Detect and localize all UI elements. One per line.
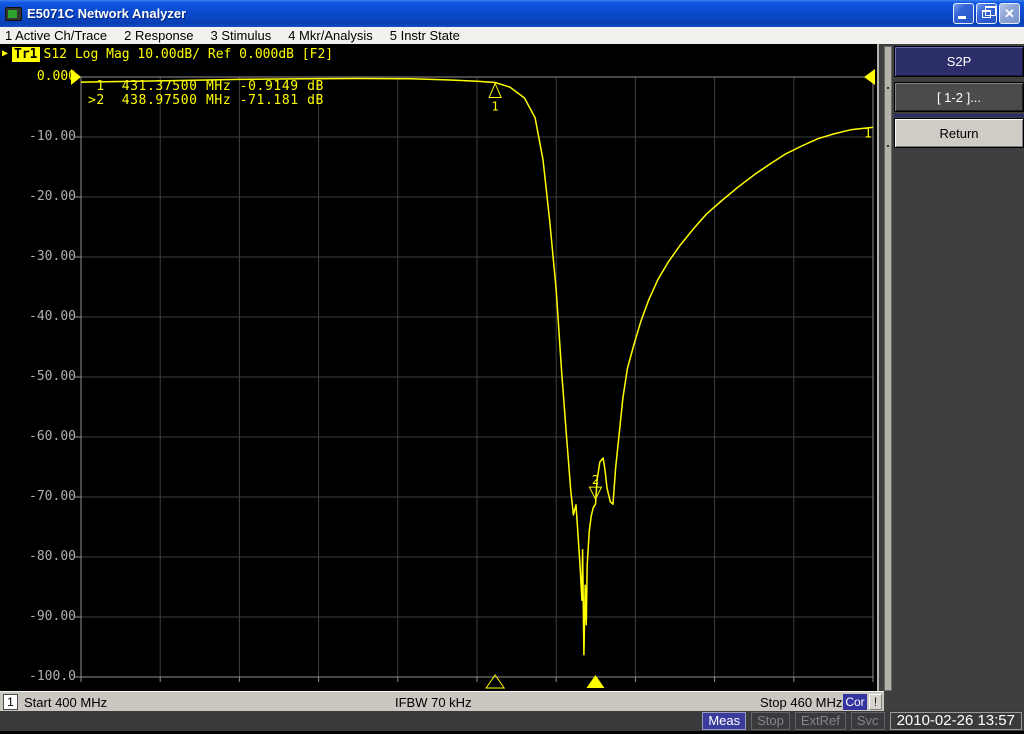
menu-item-response[interactable]: 2 Response	[124, 28, 193, 43]
restore-icon	[982, 6, 996, 18]
softkey-separator	[894, 114, 1024, 117]
ifbw-label: IFBW 70 kHz	[395, 695, 472, 710]
minimize-icon	[958, 16, 966, 19]
y-tick-label: -80.00	[29, 549, 76, 564]
stop-frequency-label: Stop 460 MHz	[760, 695, 843, 710]
app-icon	[5, 6, 22, 21]
window-title: E5071C Network Analyzer	[27, 6, 187, 21]
instrument-status-bar: Meas Stop ExtRef Svc 2010-02-26 13:57	[0, 711, 1024, 731]
y-tick-label: -90.00	[29, 609, 76, 624]
channel-status-bar: 1 Start 400 MHz IFBW 70 kHz Stop 460 MHz…	[0, 691, 884, 711]
y-tick-label: -60.00	[29, 429, 76, 444]
y-tick-label: -70.00	[29, 489, 76, 504]
marker2-readout: >2 438.97500 MHz -71.181 dB	[88, 93, 324, 108]
menu-item-mkr-analysis[interactable]: 4 Mkr/Analysis	[288, 28, 373, 43]
menu-item-stimulus[interactable]: 3 Stimulus	[211, 28, 272, 43]
correction-badge: Cor	[843, 694, 867, 710]
menu-bar: 1 Active Ch/Trace 2 Response 3 Stimulus …	[0, 27, 1024, 44]
close-icon: ✕	[1004, 6, 1015, 21]
minimize-button[interactable]	[953, 3, 974, 24]
y-tick-label: -50.00	[29, 369, 76, 384]
y-tick-label: 0.000	[36, 69, 76, 84]
app-window: E5071C Network Analyzer ✕ 1 Active Ch/Tr…	[0, 0, 1024, 734]
marker1-readout: 1 431.37500 MHz -0.9149 dB	[88, 79, 324, 94]
y-tick-label: -100.0	[29, 669, 76, 684]
channel-number-badge: 1	[3, 694, 18, 710]
graticule	[75, 76, 874, 682]
restore-button[interactable]	[976, 3, 997, 24]
status-extref-badge: ExtRef	[794, 712, 846, 730]
active-trace-arrow-icon: ▶	[2, 48, 9, 59]
y-tick-label: -40.00	[29, 309, 76, 324]
status-meas-badge: Meas	[702, 712, 747, 730]
menu-item-instr-state[interactable]: 5 Instr State	[390, 28, 460, 43]
softkey-s2p[interactable]: S2P	[894, 46, 1024, 77]
softkey-ports-1-2[interactable]: [ 1-2 ]...	[894, 82, 1024, 112]
y-tick-label: -10.00	[29, 129, 76, 144]
trace-badge: Tr1	[12, 46, 40, 62]
softkey-menu: S2P [ 1-2 ]... Return	[894, 46, 1024, 148]
graph-panel: ▶ Tr1 S12 Log Mag 10.00dB/ Ref 0.000dB […	[0, 44, 877, 691]
title-bar[interactable]: E5071C Network Analyzer ✕	[0, 0, 1024, 27]
y-tick-label: -20.00	[29, 189, 76, 204]
close-button[interactable]: ✕	[999, 3, 1020, 24]
trace-settings: S12 Log Mag 10.00dB/ Ref 0.000dB [F2]	[43, 46, 334, 62]
alert-button[interactable]: !	[869, 694, 882, 710]
menu-item-active-ch-trace[interactable]: 1 Active Ch/Trace	[5, 28, 107, 43]
y-axis-labels: 0.000 -10.00 -20.00 -30.00 -40.00 -50.00 -60.0…	[0, 44, 77, 691]
start-frequency-label: Start 400 MHz	[24, 695, 108, 710]
y-tick-label: -30.00	[29, 249, 76, 264]
softkey-scrollbar[interactable]	[884, 46, 892, 691]
softkey-return[interactable]: Return	[894, 118, 1024, 148]
window-controls: ✕	[953, 3, 1020, 24]
status-stop-badge: Stop	[751, 712, 790, 730]
datetime-display: 2010-02-26 13:57	[889, 712, 1022, 730]
status-svc-badge: Svc	[850, 712, 885, 730]
trace-header: ▶ Tr1 S12 Log Mag 10.00dB/ Ref 0.000dB […	[2, 46, 333, 62]
softkey-sidebar: S2P [ 1-2 ]... Return	[877, 44, 1024, 711]
